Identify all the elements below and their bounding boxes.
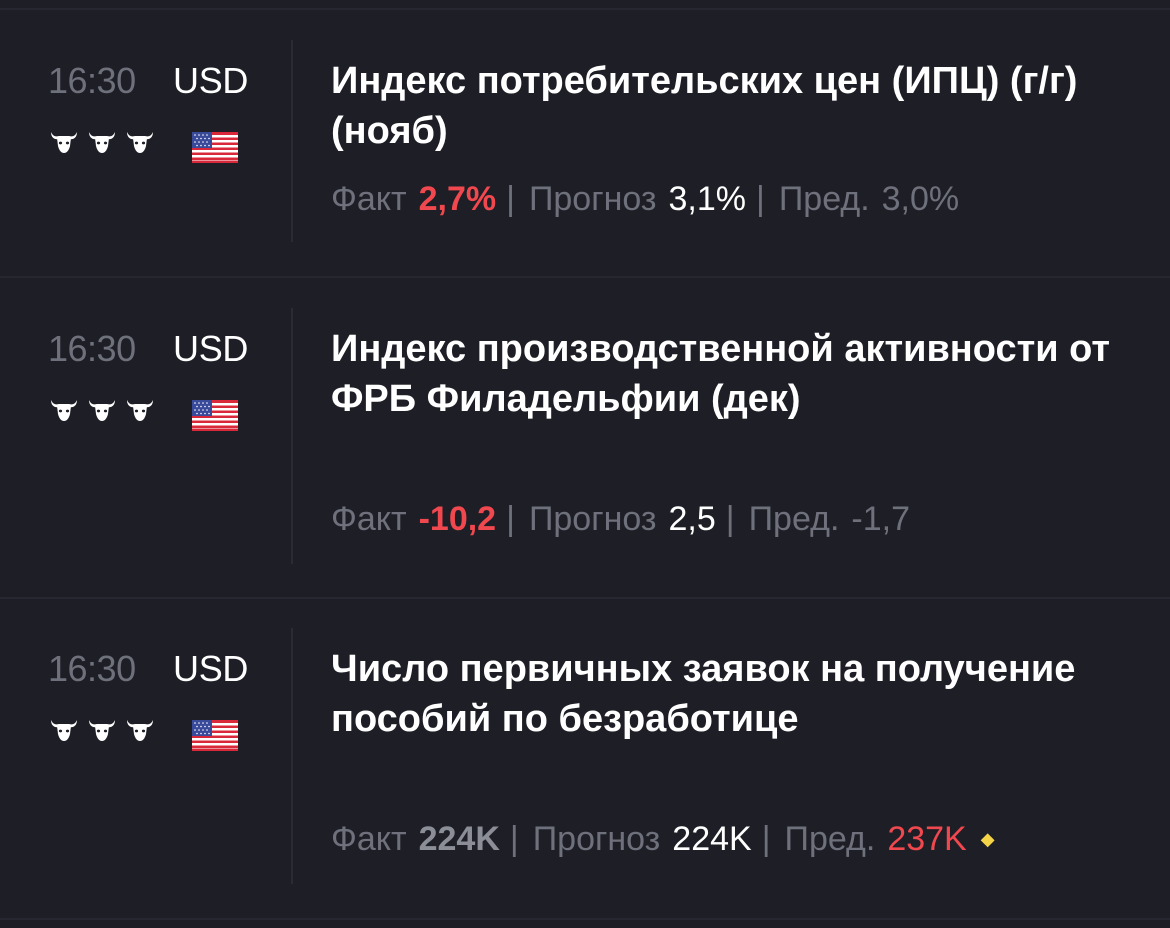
- event-time: 16:30: [48, 328, 136, 369]
- column-divider: [291, 40, 293, 242]
- previous-value: 3,0%: [881, 180, 960, 218]
- forecast-value: 2,5: [668, 500, 716, 538]
- us-flag-icon: [192, 720, 238, 751]
- actual-value: 2,7%: [418, 180, 497, 218]
- bull-icon: [86, 716, 118, 744]
- bull-icon: [124, 128, 156, 156]
- diamond-icon: ◆: [980, 829, 995, 849]
- row-divider: [0, 918, 1170, 920]
- event-time: 16:30: [48, 648, 136, 689]
- bull-icon: [86, 128, 118, 156]
- actual-label: Факт: [331, 180, 407, 218]
- actual-label: Факт: [331, 820, 407, 858]
- actual-value: 224K: [418, 820, 500, 858]
- event-values: Факт 2,7% | Прогноз 3,1% | Пред. 3,0%: [331, 180, 960, 218]
- event-time: 16:30: [48, 60, 136, 101]
- actual-value: -10,2: [418, 500, 497, 538]
- event-values: Факт 224K | Прогноз 224K | Пред. 237K ◆: [331, 820, 995, 858]
- previous-value: 237K: [887, 820, 967, 858]
- bull-icon: [86, 396, 118, 424]
- previous-label: Пред.: [784, 820, 876, 858]
- previous-label: Пред.: [748, 500, 840, 538]
- event-currency: USD: [173, 648, 249, 689]
- event-currency: USD: [173, 328, 249, 369]
- forecast-label: Прогноз: [528, 180, 657, 218]
- us-flag-icon: [192, 132, 238, 163]
- row-divider: [0, 276, 1170, 278]
- bull-icon: [124, 716, 156, 744]
- calendar-event-row[interactable]: 16:30 USD Индекс производственной активн…: [0, 308, 1170, 598]
- forecast-value: 224K: [672, 820, 752, 858]
- bull-icon: [48, 128, 80, 156]
- us-flag-icon: [192, 400, 238, 431]
- importance-indicator: [48, 128, 156, 156]
- forecast-label: Прогноз: [532, 820, 661, 858]
- event-title: Число первичных заявок на получение посо…: [331, 648, 1076, 740]
- event-title: Индекс потребительских цен (ИПЦ) (г/г) (…: [331, 60, 1078, 152]
- bull-icon: [48, 396, 80, 424]
- row-divider: [0, 8, 1170, 10]
- event-currency: USD: [173, 60, 249, 101]
- actual-label: Факт: [331, 500, 407, 538]
- bull-icon: [48, 716, 80, 744]
- calendar-event-row[interactable]: 16:30 USD Индекс потребительских цен (ИП…: [0, 40, 1170, 276]
- forecast-label: Прогноз: [528, 500, 657, 538]
- forecast-value: 3,1%: [668, 180, 747, 218]
- previous-label: Пред.: [778, 180, 870, 218]
- calendar-event-row[interactable]: 16:30 USD Число первичных заявок на полу…: [0, 628, 1170, 918]
- event-title: Индекс производственной активности от ФР…: [331, 328, 1110, 420]
- previous-value: -1,7: [851, 500, 910, 538]
- importance-indicator: [48, 396, 156, 424]
- row-divider: [0, 597, 1170, 599]
- event-values: Факт -10,2 | Прогноз 2,5 | Пред. -1,7: [331, 500, 910, 538]
- column-divider: [291, 308, 293, 564]
- importance-indicator: [48, 716, 156, 744]
- economic-calendar-list: 16:30 USD Индекс потребительских цен (ИП…: [0, 0, 1170, 928]
- bull-icon: [124, 396, 156, 424]
- column-divider: [291, 628, 293, 884]
